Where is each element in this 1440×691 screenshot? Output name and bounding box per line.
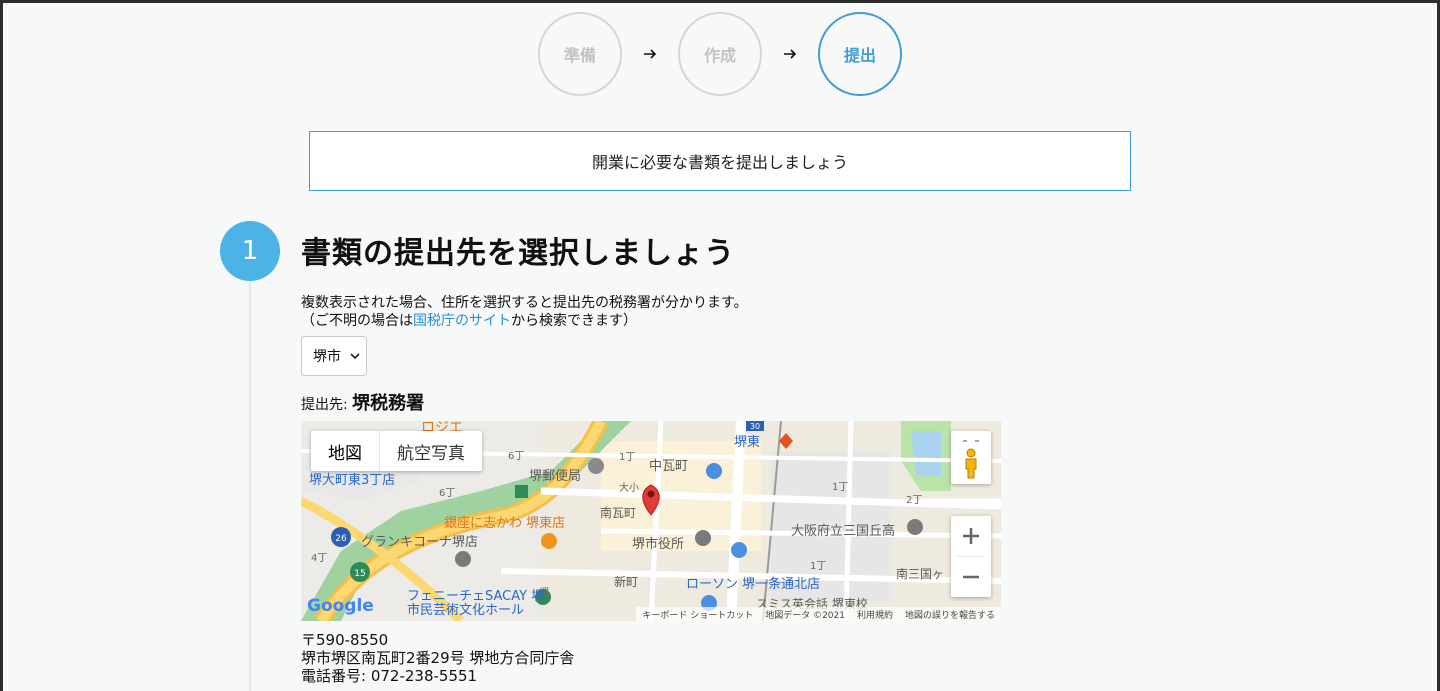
postal-code: 〒590-8550 xyxy=(301,631,389,649)
block-label: 4丁 xyxy=(311,553,328,564)
restaurant-icon xyxy=(541,533,557,549)
map-type-control: 地図 航空写真 xyxy=(311,431,482,471)
post-office-icon xyxy=(588,458,604,474)
section-description: 複数表示された場合、住所を選択すると提出先の税務署が分かります。 （ご不明の場合… xyxy=(301,294,748,330)
map-label-sakai-post: 堺郵便局 xyxy=(529,469,582,484)
terms-link[interactable]: 利用規約 xyxy=(857,608,893,621)
block-label: 1丁 xyxy=(810,561,827,572)
shop-icon xyxy=(731,542,747,558)
arrow-right-icon xyxy=(784,49,797,59)
place-icon xyxy=(455,551,471,567)
route26-badge: 26 xyxy=(335,534,347,544)
step-prepare-label: 準備 xyxy=(563,46,596,65)
minus-icon xyxy=(963,575,979,579)
destination-label: 提出先: xyxy=(301,397,353,413)
google-logo: Google xyxy=(307,596,374,616)
step-prepare[interactable]: 準備 xyxy=(538,12,622,96)
map-label-grankicona: グランキコーナ堺店 xyxy=(361,535,479,550)
street-address: 堺市堺区南瓦町2番29号 堺地方合同庁舎 xyxy=(301,649,575,667)
arrow-right-icon xyxy=(644,49,657,59)
map-label-ginza: 銀座に志かわ 堺東店 xyxy=(444,516,566,531)
google-map[interactable]: 26 15 30 ロジエ 堺大町東3丁店 堺郵便局 中瓦町 堺東 銀座に志かわ … xyxy=(301,421,1001,621)
street-view-button[interactable] xyxy=(951,431,991,484)
pegman-icon xyxy=(963,440,979,479)
block-label: 6丁 xyxy=(439,488,456,499)
zoom-control xyxy=(951,516,991,597)
office-address: 〒590-8550 堺市堺区南瓦町2番29号 堺地方合同庁舎 電話番号: 072… xyxy=(301,631,574,685)
banner-text: 開業に必要な書類を提出しましょう xyxy=(591,153,848,172)
timeline-line xyxy=(249,281,251,691)
chevron-down-icon xyxy=(350,353,360,360)
route30-badge: 30 xyxy=(750,422,760,431)
description-suffix: から検索できます） xyxy=(511,313,637,329)
block-label: 2丁 xyxy=(906,495,923,506)
map-label-minamikawaramachi: 南瓦町 xyxy=(600,506,637,520)
zoom-in-button[interactable] xyxy=(951,516,991,556)
map-label-shinmachi: 新町 xyxy=(614,575,639,589)
zoom-out-button[interactable] xyxy=(951,557,991,597)
route15-badge: 15 xyxy=(354,569,365,579)
map-label-phoenix2: 市民芸術文化ホール xyxy=(407,603,525,618)
map-label-sakai-station: 堺東 xyxy=(734,435,761,450)
map-type-satellite-button[interactable]: 航空写真 xyxy=(380,431,482,471)
city-hall-icon xyxy=(695,530,711,546)
banner: 開業に必要な書類を提出しましょう xyxy=(309,131,1131,191)
office-select-value: 堺市 xyxy=(313,349,341,365)
block-label: 6丁 xyxy=(508,451,525,462)
block-label: 1丁 xyxy=(832,482,849,493)
block-label: 1丁 xyxy=(619,452,636,463)
map-data-credit: 地図データ ©2021 xyxy=(765,610,845,621)
section-number: 1 xyxy=(220,221,280,281)
description-line2: （ご不明の場合は国税庁のサイトから検索できます） xyxy=(301,312,748,330)
map-type-map-button[interactable]: 地図 xyxy=(311,431,379,471)
nta-site-link[interactable]: 国税庁のサイト xyxy=(413,313,511,329)
shrine-icon xyxy=(706,463,722,479)
map-label-nakagawaramachi: 中瓦町 xyxy=(649,459,689,474)
map-label-osaka-school: 大阪府立三国丘高 xyxy=(791,524,896,539)
bank-icon xyxy=(515,485,528,498)
step-create[interactable]: 作成 xyxy=(678,12,762,96)
map-footer: キーボード ショートカット 地図データ ©2021 利用規約 地図の誤りを報告す… xyxy=(636,607,1001,621)
block-label: 堺 xyxy=(539,588,549,599)
block-label: 大小 xyxy=(619,483,639,494)
map-label-minamisangoku: 南三国ヶ xyxy=(896,567,945,581)
section-title: 書類の提出先を選択しましょう xyxy=(301,236,735,271)
step-submit[interactable]: 提出 xyxy=(818,12,902,96)
map-label-lawson: ローソン 堺一条通北店 xyxy=(686,577,821,592)
report-error-link[interactable]: 地図の誤りを報告する xyxy=(905,608,995,621)
step-create-label: 作成 xyxy=(703,46,736,65)
destination: 提出先: 堺税務署 xyxy=(301,389,424,415)
plus-icon xyxy=(963,528,979,544)
map-label-sakai-omachi: 堺大町東3丁店 xyxy=(309,473,396,488)
phone-number: 電話番号: 072-238-5551 xyxy=(301,667,478,685)
destination-value: 堺税務署 xyxy=(352,393,425,414)
description-line1: 複数表示された場合、住所を選択すると提出先の税務署が分かります。 xyxy=(301,295,748,311)
office-select[interactable]: 堺市 xyxy=(301,336,367,376)
description-prefix: （ご不明の場合は xyxy=(301,313,413,329)
keyboard-shortcuts-link[interactable]: キーボード ショートカット xyxy=(642,608,753,621)
map-label-city-hall: 堺市役所 xyxy=(632,537,685,552)
school-icon xyxy=(907,519,923,535)
step-submit-label: 提出 xyxy=(843,46,876,65)
